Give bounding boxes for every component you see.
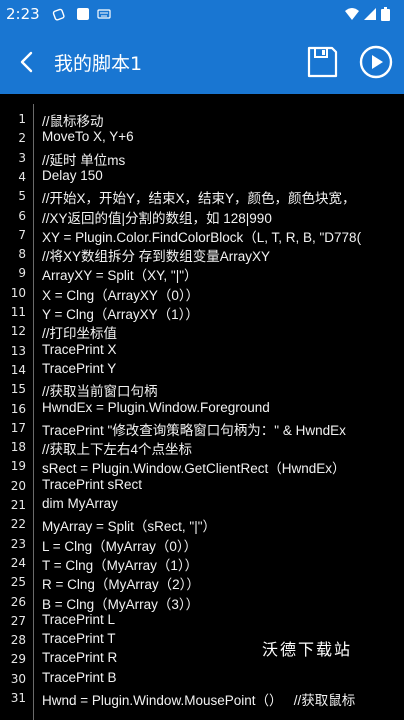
line-number: 17	[10, 420, 26, 435]
line-number: 8	[18, 247, 26, 262]
code-line[interactable]: 15//获取当前窗口句柄	[0, 378, 404, 399]
app-notification-icon	[77, 8, 89, 20]
code-line[interactable]: 10 X = Clng（ArrayXY（0））	[0, 282, 404, 303]
code-line[interactable]: 24 T = Clng（MyArray（1））	[0, 552, 404, 573]
line-number: 21	[10, 498, 26, 512]
line-number: 16	[10, 401, 26, 416]
status-bar: 2:23	[0, 0, 404, 30]
code-text[interactable]: Hwnd = Plugin.Window.MousePoint（） //获取鼠标	[42, 689, 355, 709]
line-number: 10	[10, 285, 26, 300]
code-line[interactable]: 22 MyArray = Split（sRect, "|"）	[0, 513, 404, 534]
line-number: 5	[18, 189, 26, 204]
code-text[interactable]: TracePrint B	[42, 670, 117, 685]
code-line[interactable]: 11 Y = Clng（ArrayXY（1））	[0, 301, 404, 322]
page-title: 我的脚本1	[54, 53, 143, 75]
line-number: 22	[10, 517, 26, 532]
code-line[interactable]: 31 Hwnd = Plugin.Window.MousePoint（） //获取…	[0, 687, 404, 709]
line-number: 15	[10, 382, 26, 397]
code-line[interactable]: 7 XY = Plugin.Color.FindColorBlock（L, T, …	[0, 224, 404, 245]
code-line[interactable]: 9 ArrayXY = Split（XY, "|"）	[0, 262, 404, 283]
code-line[interactable]: 14 TracePrint Y	[0, 359, 404, 378]
line-number: 13	[10, 343, 26, 358]
code-line[interactable]: 30 TracePrint B	[0, 668, 404, 687]
line-number: 7	[18, 227, 26, 242]
back-arrow-icon[interactable]	[12, 44, 44, 80]
save-icon[interactable]	[304, 44, 340, 80]
line-number: 19	[10, 459, 26, 474]
code-line[interactable]: 16 HwndEx = Plugin.Window.Foreground	[0, 398, 404, 417]
code-text[interactable]: dim MyArray	[42, 496, 118, 511]
code-line[interactable]: 25 R = Clng（MyArray（2））	[0, 571, 404, 592]
code-text[interactable]: TracePrint R	[42, 650, 117, 665]
line-number: 20	[10, 478, 26, 493]
code-line[interactable]: 12//打印坐标值	[0, 320, 404, 341]
watermark: 沃德下载站	[262, 640, 353, 659]
battery-icon	[381, 7, 390, 21]
code-line[interactable]: 26 B = Clng（MyArray（3））	[0, 591, 404, 612]
notification-icon	[52, 8, 65, 21]
code-line[interactable]: 19 sRect = Plugin.Window.GetClientRect（Hw…	[0, 455, 404, 476]
line-number: 28	[10, 633, 26, 648]
line-number: 29	[10, 652, 26, 667]
wifi-icon	[345, 8, 359, 20]
status-time: 2:23	[6, 5, 40, 23]
line-number: 27	[10, 613, 26, 628]
code-editor[interactable]: 1//鼠标移动 2 MoveTo X, Y+6 3//延时 单位ms 4 Delay 15…	[0, 104, 404, 720]
line-number: 31	[10, 691, 26, 705]
line-number: 25	[10, 575, 26, 590]
app-bar: 我的脚本1	[0, 30, 404, 94]
code-line[interactable]: 4 Delay 150	[0, 166, 404, 185]
line-number: 6	[18, 208, 26, 223]
code-line[interactable]: 2 MoveTo X, Y+6	[0, 127, 404, 146]
code-text[interactable]: TracePrint sRect	[42, 477, 142, 492]
line-number: 26	[10, 594, 26, 609]
line-number: 2	[18, 131, 26, 146]
keyboard-icon	[97, 9, 111, 19]
line-number: 30	[10, 671, 26, 686]
code-line[interactable]: 13 TracePrint X	[0, 340, 404, 359]
line-number: 23	[10, 536, 26, 551]
code-line[interactable]: 23 L = Clng（MyArray（0））	[0, 533, 404, 554]
line-number: 24	[10, 555, 26, 570]
code-text[interactable]: MoveTo X, Y+6	[42, 129, 134, 144]
line-number: 9	[18, 266, 26, 281]
code-line[interactable]: 27 TracePrint L	[0, 610, 404, 629]
code-text[interactable]: Delay 150	[42, 168, 103, 183]
code-line[interactable]: 5//开始X，开始Y，结束X，结束Y，颜色，颜色块宽，	[0, 185, 404, 206]
line-number: 4	[18, 169, 26, 184]
line-number: 1	[18, 112, 26, 126]
code-line[interactable]: 20 TracePrint sRect	[0, 475, 404, 494]
line-number: 14	[10, 362, 26, 377]
code-text[interactable]: TracePrint L	[42, 612, 115, 627]
line-number: 11	[10, 305, 26, 319]
line-number: 18	[10, 440, 26, 455]
code-text[interactable]: TracePrint X	[42, 342, 117, 357]
line-number: 12	[10, 324, 26, 339]
line-number: 3	[18, 150, 26, 165]
code-line[interactable]: 18//获取上下左右4个点坐标	[0, 436, 404, 457]
code-line[interactable]: 3//延时 单位ms	[0, 147, 404, 168]
code-line[interactable]: 6//XY返回的值|分割的数组，如 128|990	[0, 205, 404, 226]
code-text[interactable]: HwndEx = Plugin.Window.Foreground	[42, 400, 270, 415]
code-line[interactable]: 1//鼠标移动	[0, 108, 404, 129]
code-line[interactable]: 17 TracePrint "修改查询策略窗口句柄为：" & HwndEx	[0, 417, 404, 438]
signal-icon	[364, 8, 376, 20]
code-line[interactable]: 8//将XY数组拆分 存到数组变量ArrayXY	[0, 243, 404, 264]
code-line[interactable]: 21 dim MyArray	[0, 494, 404, 513]
run-play-icon[interactable]	[358, 44, 394, 80]
code-text[interactable]: TracePrint T	[42, 631, 116, 646]
code-text[interactable]: TracePrint Y	[42, 361, 116, 376]
